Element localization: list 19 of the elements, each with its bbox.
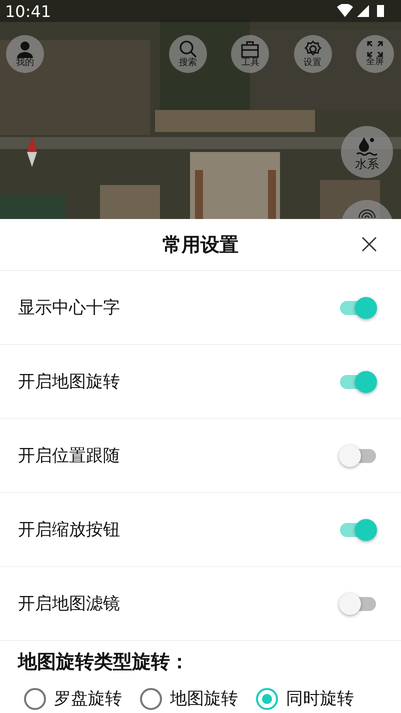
- radio-option[interactable]: 罗盘旋转: [24, 687, 122, 710]
- compass-icon: [27, 137, 37, 167]
- section-heading: 地图旋转类型旋转：: [16, 650, 190, 675]
- close-button[interactable]: ×: [358, 231, 381, 257]
- status-time: 10:41: [5, 2, 52, 20]
- panel-title: 常用设置: [162, 232, 238, 258]
- fullscreen-icon: [366, 41, 383, 57]
- water-drop-icon: [356, 134, 378, 156]
- setting-label: 开启缩放按钮: [18, 519, 120, 541]
- setting-label: 开启地图旋转: [18, 371, 120, 393]
- settings-icon: [304, 40, 322, 58]
- person-icon: [17, 40, 33, 58]
- setting-label: 显示中心十字: [18, 297, 120, 319]
- radio-option[interactable]: 同时旋转: [256, 687, 354, 710]
- setting-label: 开启地图滤镜: [18, 593, 120, 615]
- search-icon: [179, 40, 197, 58]
- radio-option[interactable]: 地图旋转: [140, 687, 238, 710]
- toolbox-icon: [241, 40, 260, 58]
- setting-label: 开启位置跟随: [18, 445, 120, 467]
